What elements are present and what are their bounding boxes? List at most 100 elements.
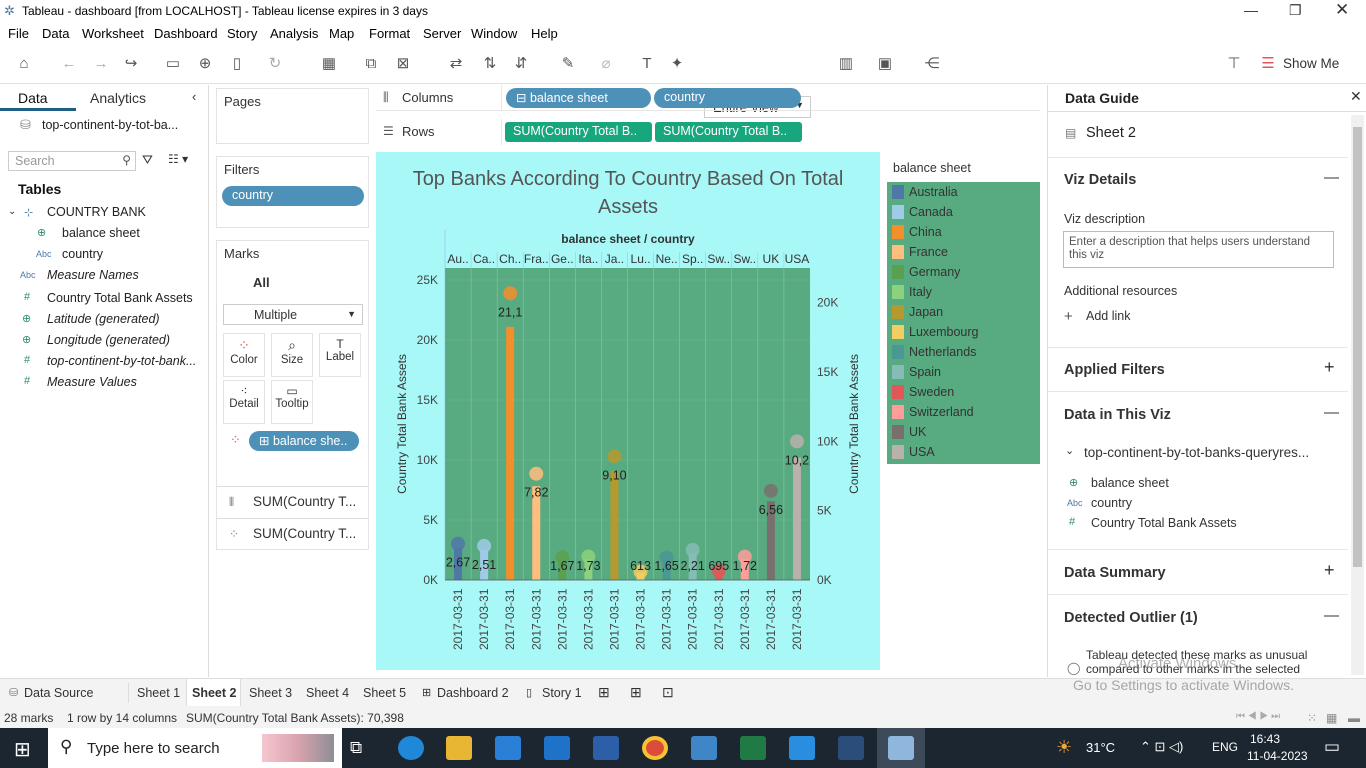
language-indicator[interactable]: ENG — [1212, 740, 1238, 754]
legend-swatch[interactable] — [892, 445, 904, 459]
legend-item[interactable]: UK — [909, 425, 926, 439]
field-country-bank[interactable]: COUNTRY BANK — [47, 205, 146, 219]
clear-sheet-icon[interactable]: ⊠ — [393, 54, 413, 74]
pause-updates-icon[interactable]: ▯ — [227, 54, 247, 74]
legend-swatch[interactable] — [892, 345, 904, 359]
legend-swatch[interactable] — [892, 305, 904, 319]
save-icon[interactable]: ▭ — [163, 54, 183, 74]
legend-swatch[interactable] — [892, 265, 904, 279]
applied-filters-heading[interactable]: Applied Filters — [1064, 362, 1165, 378]
legend-item[interactable]: Switzerland — [909, 405, 974, 419]
tab-sheet-3[interactable]: Sheet 3 — [249, 686, 292, 700]
file-explorer-icon[interactable] — [446, 736, 472, 760]
legend-swatch[interactable] — [892, 245, 904, 259]
system-tray-icons[interactable]: ⌃ ⊡ ◁) — [1140, 739, 1183, 755]
expand-icon[interactable]: ⌄ — [8, 206, 16, 217]
filters-shelf[interactable]: Filters country — [216, 156, 369, 228]
field-measure-values[interactable]: Measure Values — [47, 375, 137, 389]
label-button[interactable]: T Label — [319, 333, 361, 377]
close-icon[interactable]: ✕ — [1335, 0, 1349, 20]
size-button[interactable]: ⌕ Size — [271, 333, 313, 377]
marks-all-tab[interactable]: All — [253, 275, 270, 290]
edge-icon[interactable] — [398, 736, 424, 760]
format-icon[interactable]: ⊤ — [1224, 54, 1244, 74]
duplicate-icon[interactable]: ⧉ — [361, 54, 381, 74]
legend-item[interactable]: Luxembourg — [909, 325, 979, 339]
field-country[interactable]: country — [62, 247, 103, 261]
minimize-icon[interactable]: — — [1244, 2, 1258, 18]
notifications-icon[interactable]: ▭ — [1324, 737, 1340, 757]
legend-item[interactable]: Italy — [909, 285, 932, 299]
legend-item[interactable]: Spain — [909, 365, 941, 379]
datasource-name[interactable]: top-continent-by-tot-ba... — [42, 118, 178, 132]
cards-icon[interactable]: ▥ — [836, 54, 856, 74]
collapse-section-icon[interactable]: — — [1324, 169, 1339, 186]
field-latitude[interactable]: Latitude (generated) — [47, 312, 160, 326]
marks-pill-balance-sheet[interactable]: ⊞ balance she.. — [249, 431, 359, 451]
legend-swatch[interactable] — [892, 205, 904, 219]
field-balance-sheet[interactable]: balance sheet — [62, 226, 140, 240]
legend-swatch[interactable] — [892, 225, 904, 239]
menu-format[interactable]: Format — [369, 26, 410, 41]
collapse-icon[interactable]: ‹ — [192, 89, 196, 104]
collapse-section-icon[interactable]: — — [1324, 404, 1339, 421]
menu-window[interactable]: Window — [471, 26, 517, 41]
legend-item[interactable]: Australia — [909, 185, 958, 199]
restore-icon[interactable]: ❐ — [1289, 2, 1302, 19]
guide-datasource[interactable]: top-continent-by-tot-banks-queryres... — [1084, 445, 1334, 460]
tab-analytics[interactable]: Analytics — [90, 90, 146, 106]
field-country-total-bank-assets[interactable]: Country Total Bank Assets — [47, 291, 193, 305]
highlight-icon[interactable]: ✎ — [558, 54, 578, 74]
legend-item[interactable]: USA — [909, 445, 935, 459]
filter-pill-country[interactable]: country — [222, 186, 364, 206]
field-longitude[interactable]: Longitude (generated) — [47, 333, 170, 347]
columns-shelf[interactable]: ⫼ Columns ⊟ balance sheet country — [376, 85, 1040, 111]
taskbar-search[interactable]: ⚲ Type here to search — [48, 728, 342, 768]
windows-start-icon[interactable]: ⊞ — [14, 737, 31, 762]
sort-desc-icon[interactable]: ⇵ — [511, 54, 531, 74]
refresh-icon[interactable]: ↻ — [265, 54, 285, 74]
store-icon[interactable] — [495, 736, 521, 760]
legend-item[interactable]: Sweden — [909, 385, 954, 399]
legend-item[interactable]: France — [909, 245, 948, 259]
tab-sheet-4[interactable]: Sheet 4 — [306, 686, 349, 700]
expand-section-icon[interactable]: + — [1324, 560, 1335, 581]
weather-icon[interactable]: ☀ — [1056, 737, 1072, 758]
word-icon[interactable] — [593, 736, 619, 760]
sheet-nav-icon[interactable]: ⏮ ◀ ▶ ⏭ — [1236, 711, 1280, 722]
detail-button[interactable]: ⁖ Detail — [223, 380, 265, 424]
menu-help[interactable]: Help — [531, 26, 558, 41]
temperature[interactable]: 31°C — [1086, 740, 1115, 755]
menu-story[interactable]: Story — [227, 26, 257, 41]
bar-chart[interactable]: Top Banks According To Country Based On … — [376, 152, 880, 670]
tab-story-1[interactable]: Story 1 — [542, 686, 582, 700]
data-in-viz-heading[interactable]: Data in This Viz — [1064, 407, 1171, 423]
rows-shelf[interactable]: ☰ Rows SUM(Country Total B.. SUM(Country… — [376, 119, 1040, 145]
group-icon[interactable]: ⌀ — [596, 54, 616, 74]
vscode-icon[interactable] — [789, 736, 815, 760]
marks-sum-1[interactable]: SUM(Country T... — [253, 494, 356, 509]
mail-icon[interactable] — [544, 736, 570, 760]
view-list-icon[interactable]: ☷ ▾ — [168, 152, 188, 166]
menu-dashboard[interactable]: Dashboard — [154, 26, 218, 41]
collapse-section-icon[interactable]: — — [1324, 607, 1339, 624]
swap-icon[interactable]: ⇄ — [446, 54, 466, 74]
clock-date[interactable]: 11-04-2023 — [1247, 749, 1308, 763]
show-labels-icon[interactable]: T — [637, 54, 657, 74]
pin-icon[interactable]: ✦ — [667, 54, 687, 74]
mark-type-select[interactable]: Multiple ▼ — [223, 304, 363, 325]
legend-swatch[interactable] — [892, 365, 904, 379]
tab-sheet-1[interactable]: Sheet 1 — [137, 686, 180, 700]
tooltip-button[interactable]: ▭ Tooltip — [271, 380, 313, 424]
tableau-prep-icon[interactable] — [838, 736, 864, 760]
sort-asc-icon[interactable]: ⇅ — [480, 54, 500, 74]
menu-map[interactable]: Map — [329, 26, 354, 41]
new-worksheet-icon[interactable]: ⊞ — [598, 684, 610, 701]
plus-icon[interactable]: + — [1064, 308, 1073, 325]
field-measure-names[interactable]: Measure Names — [47, 268, 139, 282]
menu-server[interactable]: Server — [423, 26, 461, 41]
legend-item[interactable]: Germany — [909, 265, 960, 279]
task-view-icon[interactable]: ⧉ — [350, 738, 362, 758]
chevron-down-icon[interactable]: ⌄ — [1065, 444, 1074, 457]
legend-swatch[interactable] — [892, 185, 904, 199]
